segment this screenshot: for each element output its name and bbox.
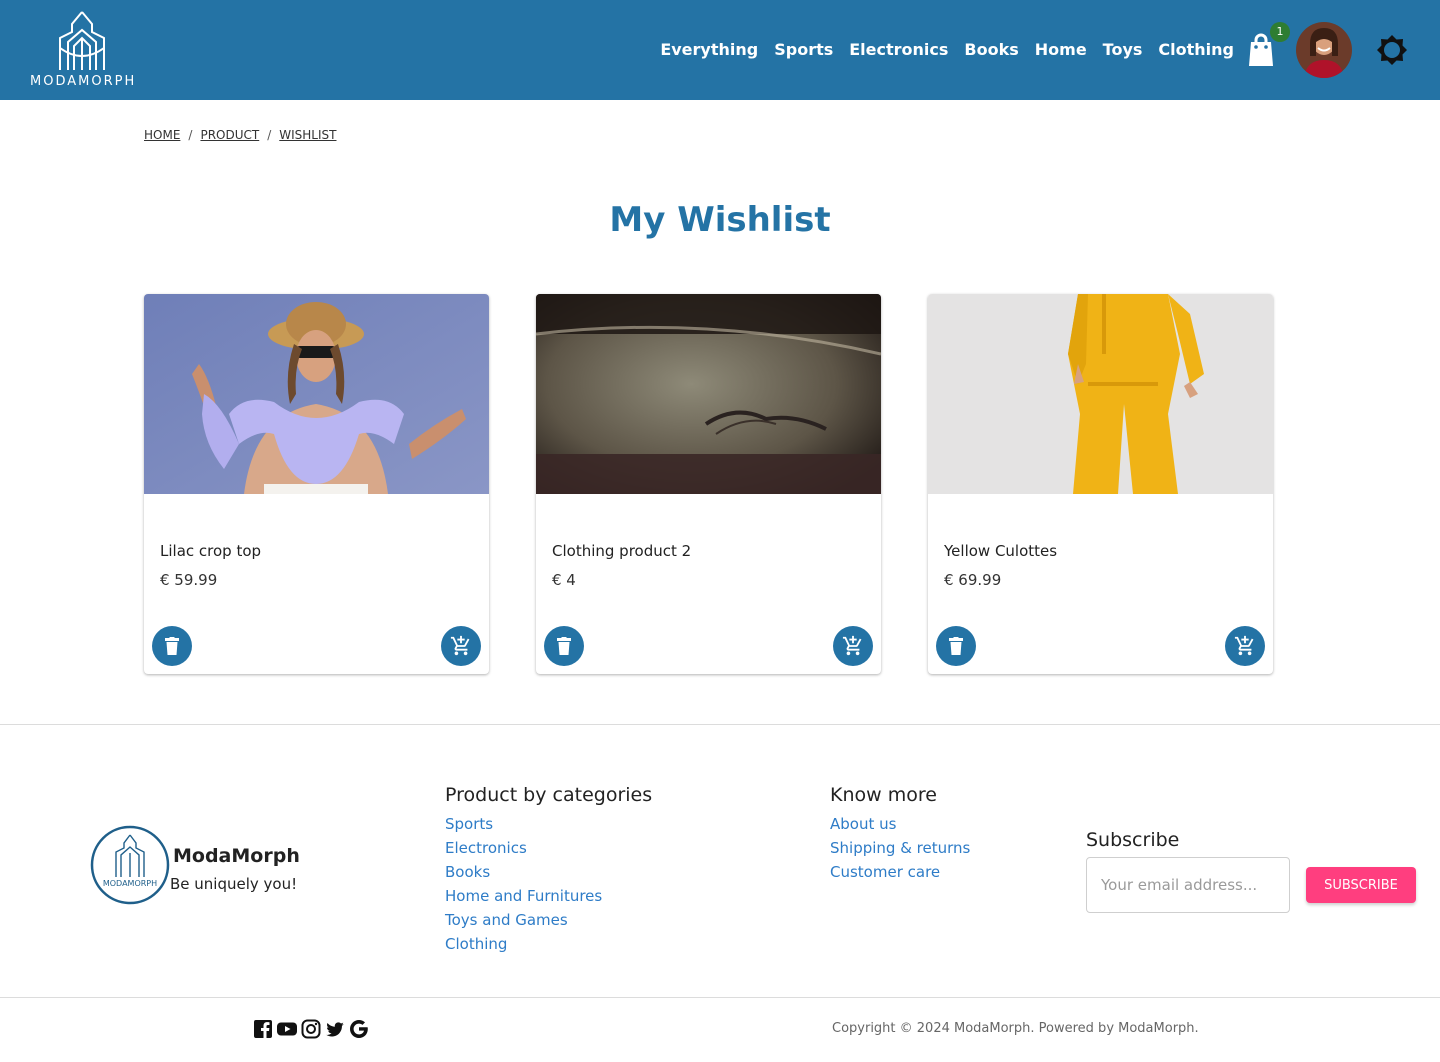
logo-wordmark: MODAMORPH: [30, 74, 137, 89]
footer-categories-title: Product by categories: [445, 784, 653, 806]
product-price: € 69.99: [944, 571, 1002, 589]
footer-link-books[interactable]: Books: [445, 860, 652, 884]
footer-link-about[interactable]: About us: [830, 812, 970, 836]
footer-know-title: Know more: [830, 784, 937, 806]
nav-everything[interactable]: Everything: [660, 40, 758, 59]
footer-bottom-divider: [0, 997, 1440, 998]
add-to-cart-button[interactable]: [1225, 626, 1265, 666]
nav-electronics[interactable]: Electronics: [849, 40, 948, 59]
twitter-icon[interactable]: [325, 1019, 345, 1039]
nav-books[interactable]: Books: [964, 40, 1018, 59]
breadcrumb-home[interactable]: HOME: [144, 128, 180, 142]
wishlist-card: Yellow Culottes € 69.99: [928, 294, 1273, 674]
youtube-icon[interactable]: [277, 1019, 297, 1039]
remove-from-wishlist-button[interactable]: [936, 626, 976, 666]
product-name[interactable]: Yellow Culottes: [944, 542, 1057, 560]
subscribe-button[interactable]: SUBSCRIBE: [1306, 867, 1416, 903]
breadcrumb-separator: /: [267, 128, 272, 142]
nav-toys[interactable]: Toys: [1103, 40, 1143, 59]
breadcrumb-separator: /: [188, 128, 193, 142]
main-nav: Everything Sports Electronics Books Home…: [644, 40, 1234, 59]
page-title: My Wishlist: [609, 200, 831, 240]
footer-link-toys-games[interactable]: Toys and Games: [445, 908, 652, 932]
footer-link-customer-care[interactable]: Customer care: [830, 860, 970, 884]
email-field[interactable]: [1086, 857, 1290, 913]
cart-count-badge: 1: [1270, 22, 1290, 42]
product-name[interactable]: Lilac crop top: [160, 542, 261, 560]
add-shopping-cart-icon: [842, 635, 862, 656]
subscribe-title: Subscribe: [1086, 829, 1180, 851]
instagram-icon[interactable]: [301, 1019, 321, 1039]
remove-from-wishlist-button[interactable]: [544, 626, 584, 666]
trash-icon: [165, 637, 179, 655]
product-image[interactable]: [536, 294, 881, 494]
wishlist-card: Lilac crop top € 59.99: [144, 294, 489, 674]
add-shopping-cart-icon: [450, 635, 470, 656]
brand-logo[interactable]: MODAMORPH: [30, 8, 134, 92]
breadcrumb: HOME / PRODUCT / WISHLIST: [144, 128, 336, 142]
footer-divider: [0, 724, 1440, 725]
footer-slogan: Be uniquely you!: [170, 875, 298, 893]
brightness-icon[interactable]: [1376, 34, 1408, 66]
copyright-text: Copyright © 2024 ModaMorph. Powered by M…: [832, 1021, 1199, 1036]
footer-link-shipping[interactable]: Shipping & returns: [830, 836, 970, 860]
user-avatar[interactable]: [1296, 22, 1352, 78]
nav-clothing[interactable]: Clothing: [1158, 40, 1234, 59]
footer-link-sports[interactable]: Sports: [445, 812, 652, 836]
add-shopping-cart-icon: [1234, 635, 1254, 656]
product-image[interactable]: [928, 294, 1273, 494]
google-icon[interactable]: [349, 1019, 369, 1039]
product-price: € 4: [552, 571, 576, 589]
footer-brand-name: ModaMorph: [173, 845, 300, 867]
svg-text:MODAMORPH: MODAMORPH: [103, 879, 157, 888]
logo-mark-icon: [59, 11, 105, 70]
footer-know-more: Know more About us Shipping & returns Cu…: [830, 784, 970, 884]
trash-icon: [949, 637, 963, 655]
nav-home[interactable]: Home: [1035, 40, 1087, 59]
footer-link-home-furnitures[interactable]: Home and Furnitures: [445, 884, 652, 908]
footer-categories: Product by categories Sports Electronics…: [445, 784, 652, 956]
breadcrumb-product[interactable]: PRODUCT: [200, 128, 259, 142]
trash-icon: [557, 637, 571, 655]
add-to-cart-button[interactable]: [833, 626, 873, 666]
footer-link-electronics[interactable]: Electronics: [445, 836, 652, 860]
product-image[interactable]: [144, 294, 489, 494]
product-name[interactable]: Clothing product 2: [552, 542, 691, 560]
footer-logo[interactable]: MODAMORPH: [90, 825, 170, 905]
top-header: MODAMORPH Everything Sports Electronics …: [0, 0, 1440, 100]
facebook-icon[interactable]: [253, 1019, 273, 1039]
add-to-cart-button[interactable]: [441, 626, 481, 666]
social-links: [253, 1019, 369, 1039]
wishlist-card: Clothing product 2 € 4: [536, 294, 881, 674]
nav-sports[interactable]: Sports: [774, 40, 833, 59]
product-price: € 59.99: [160, 571, 218, 589]
breadcrumb-wishlist[interactable]: WISHLIST: [279, 128, 336, 142]
remove-from-wishlist-button[interactable]: [152, 626, 192, 666]
footer-link-clothing[interactable]: Clothing: [445, 932, 652, 956]
